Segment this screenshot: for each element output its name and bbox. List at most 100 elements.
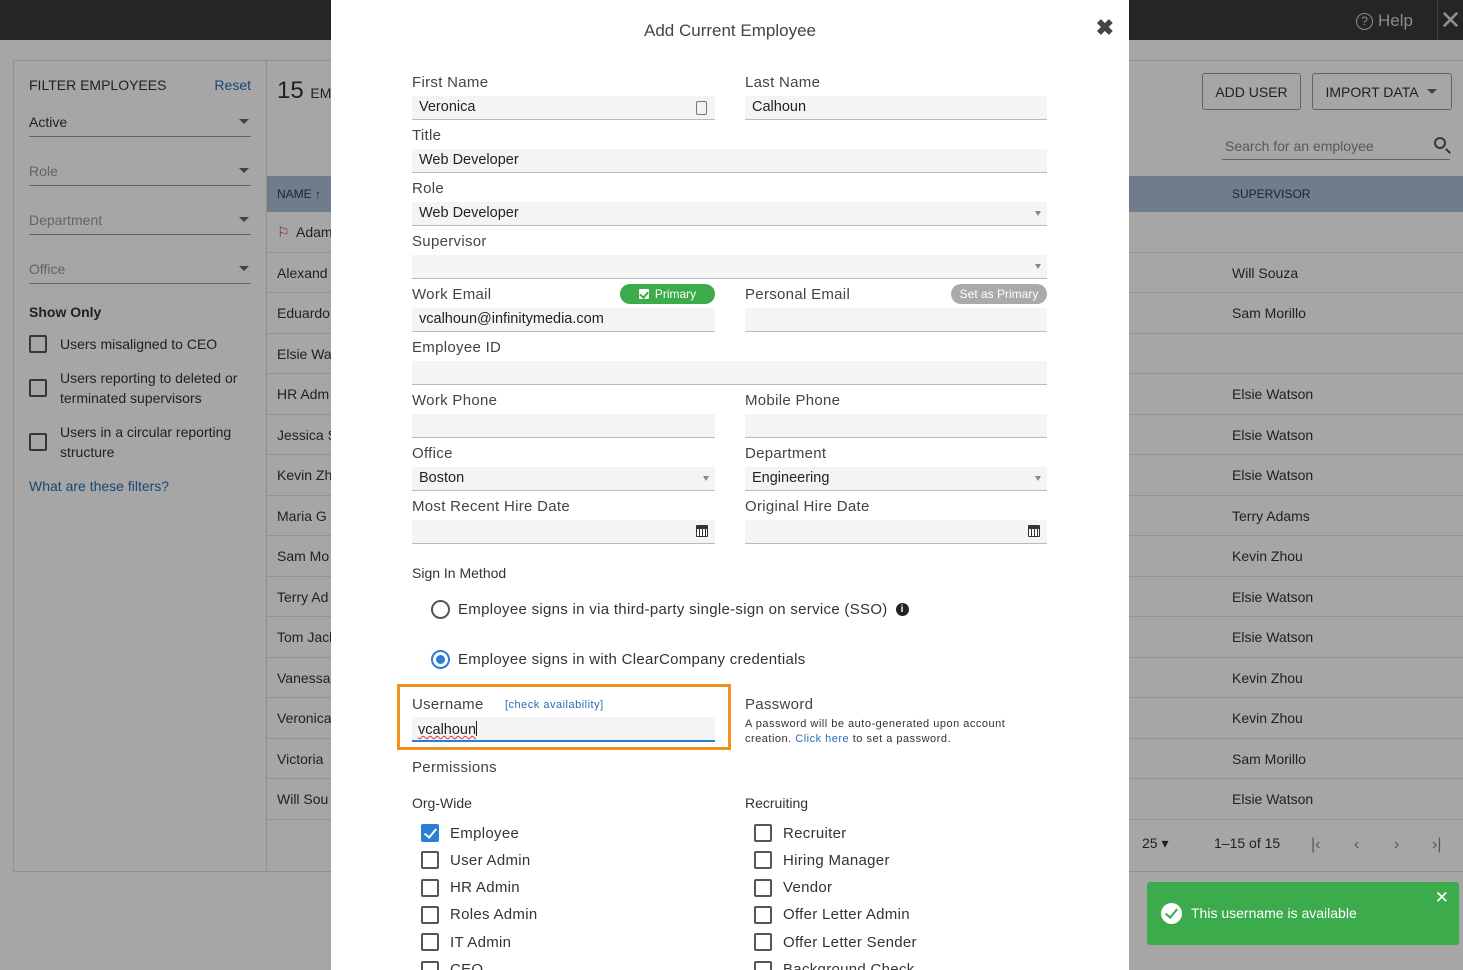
close-icon[interactable]: ✕	[1435, 888, 1449, 908]
work-phone-field[interactable]	[412, 414, 715, 438]
username-label: Username	[412, 696, 484, 713]
permission-label: Employee	[450, 824, 520, 842]
personal-email-field[interactable]	[745, 308, 1047, 332]
org-wide-title: Org-Wide	[412, 795, 472, 811]
first-name-value: Veronica	[419, 99, 476, 115]
office-select[interactable]: Boston	[412, 467, 715, 491]
recruiting-title: Recruiting	[745, 795, 809, 811]
calendar-icon[interactable]	[696, 525, 708, 537]
mobile-phone-label: Mobile Phone	[745, 392, 841, 409]
mobile-phone-field[interactable]	[745, 414, 1047, 438]
permission-recruiting[interactable]: Background Check	[754, 960, 915, 970]
last-name-value: Calhoun	[752, 99, 807, 115]
permission-label: Background Check	[783, 961, 915, 970]
first-name-label: First Name	[412, 74, 489, 91]
radio-button-selected[interactable]	[431, 650, 450, 669]
last-name-field[interactable]: Calhoun	[745, 96, 1047, 120]
permission-org-wide[interactable]: Roles Admin	[421, 905, 538, 924]
sso-option-label: Employee signs in via third-party single…	[458, 601, 888, 618]
username-value: vcalhoun	[418, 722, 477, 738]
checkbox-checked-icon	[638, 289, 649, 299]
title-field[interactable]: Web Developer	[412, 149, 1047, 173]
checkbox[interactable]	[754, 878, 772, 897]
permission-org-wide[interactable]: User Admin	[421, 851, 531, 870]
role-label: Role	[412, 180, 445, 197]
permission-recruiting[interactable]: Offer Letter Sender	[754, 933, 917, 952]
permission-label: User Admin	[450, 851, 531, 869]
dropdown-arrow-icon	[1035, 211, 1041, 216]
calendar-icon[interactable]	[1028, 525, 1040, 537]
checkbox[interactable]	[421, 851, 439, 870]
permissions-title: Permissions	[412, 759, 497, 776]
password-note: A password will be auto-generated upon a…	[745, 717, 1055, 747]
username-input[interactable]: vcalhoun	[412, 717, 715, 742]
primary-badge: Primary	[620, 284, 715, 304]
hire-date-label: Most Recent Hire Date	[412, 498, 571, 515]
permission-label: Roles Admin	[450, 906, 538, 924]
personal-email-label: Personal Email	[745, 286, 851, 303]
sign-in-method-title: Sign In Method	[412, 565, 507, 581]
checkbox[interactable]	[754, 824, 772, 842]
permission-org-wide[interactable]: Employee	[421, 824, 519, 842]
permission-recruiting[interactable]: Vendor	[754, 878, 832, 897]
permission-label: Offer Letter Sender	[783, 933, 917, 951]
radio-button[interactable]	[431, 600, 450, 619]
permission-recruiting[interactable]: Offer Letter Admin	[754, 905, 910, 924]
dropdown-arrow-icon	[1035, 476, 1041, 481]
permission-recruiting[interactable]: Recruiter	[754, 824, 847, 842]
check-availability-link[interactable]: [check availability]	[505, 699, 604, 711]
title-value: Web Developer	[419, 152, 519, 168]
primary-label: Primary	[654, 287, 697, 301]
title-label: Title	[412, 127, 442, 144]
close-icon[interactable]: ✖	[1096, 15, 1114, 41]
checkbox-checked[interactable]	[421, 824, 439, 842]
modal-title: Add Current Employee	[644, 21, 816, 40]
original-hire-date-field[interactable]	[745, 520, 1047, 544]
set-as-primary-button[interactable]: Set as Primary	[951, 284, 1047, 304]
department-select[interactable]: Engineering	[745, 467, 1047, 491]
work-email-field[interactable]: vcalhoun@infinitymedia.com	[412, 308, 715, 332]
checkbox[interactable]	[421, 933, 439, 952]
last-name-label: Last Name	[745, 74, 821, 91]
permission-org-wide[interactable]: IT Admin	[421, 933, 511, 952]
checkbox[interactable]	[754, 933, 772, 952]
work-phone-label: Work Phone	[412, 392, 498, 409]
checkbox[interactable]	[421, 960, 439, 970]
set-password-link[interactable]: Click here	[795, 733, 849, 745]
checkbox[interactable]	[421, 905, 439, 924]
toast-message: This username is available	[1191, 905, 1357, 921]
hire-date-field[interactable]	[412, 520, 715, 544]
role-select[interactable]: Web Developer	[412, 202, 1047, 226]
work-email-value: vcalhoun@infinitymedia.com	[419, 311, 604, 327]
original-hire-date-label: Original Hire Date	[745, 498, 870, 515]
credentials-option-label: Employee signs in with ClearCompany cred…	[458, 651, 806, 668]
checkbox[interactable]	[754, 905, 772, 924]
supervisor-label: Supervisor	[412, 233, 487, 250]
permission-recruiting[interactable]: Hiring Manager	[754, 851, 890, 870]
permission-label: Recruiter	[783, 824, 847, 842]
password-note-end: to set a password.	[852, 733, 952, 745]
checkbox[interactable]	[421, 878, 439, 897]
role-value: Web Developer	[419, 205, 519, 221]
password-label: Password	[745, 696, 814, 713]
credentials-radio-option[interactable]: Employee signs in with ClearCompany cred…	[431, 650, 806, 669]
contact-card-icon	[696, 101, 707, 115]
info-icon[interactable]: i	[895, 603, 909, 616]
success-toast: This username is available ✕	[1147, 882, 1459, 945]
work-email-label: Work Email	[412, 286, 492, 303]
employee-id-field[interactable]	[412, 361, 1047, 385]
checkbox[interactable]	[754, 960, 772, 970]
supervisor-select[interactable]	[412, 255, 1047, 279]
checkbox[interactable]	[754, 851, 772, 870]
text-cursor	[476, 721, 478, 736]
office-value: Boston	[419, 470, 465, 486]
permission-org-wide[interactable]: CEO	[421, 960, 484, 970]
sso-radio-option[interactable]: Employee signs in via third-party single…	[431, 600, 909, 619]
permission-label: CEO	[450, 961, 484, 970]
employee-id-label: Employee ID	[412, 339, 502, 356]
add-employee-modal: Add Current Employee ✖ First Name Veroni…	[331, 0, 1129, 970]
dropdown-arrow-icon	[1035, 264, 1041, 269]
check-circle-icon	[1161, 903, 1182, 924]
permission-org-wide[interactable]: HR Admin	[421, 878, 520, 897]
first-name-field[interactable]: Veronica	[412, 96, 715, 120]
